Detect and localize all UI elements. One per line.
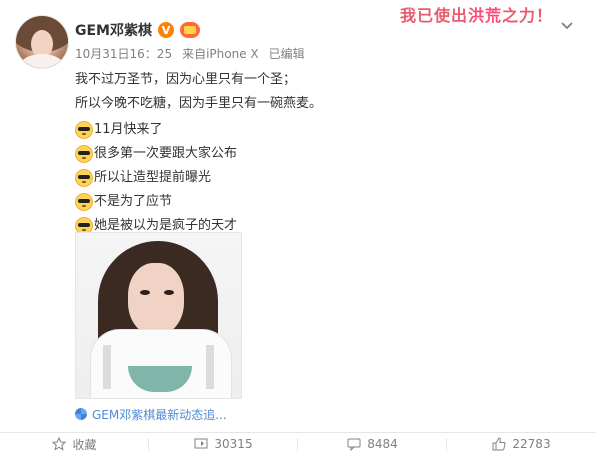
- repost-count: 30315: [214, 437, 253, 451]
- slogan-highlight: 洪荒: [468, 6, 503, 25]
- avatar-shoulder: [20, 54, 64, 68]
- post-meta: 10月31日16：25 来自iPhone X 已编辑: [75, 45, 305, 62]
- post-time[interactable]: 10月31日16：25: [75, 45, 172, 62]
- action-bar: 收藏 30315 8484 22783: [0, 432, 596, 455]
- sunglasses-emoji-icon: [75, 169, 93, 187]
- emoji-line-text: 不是为了应节: [94, 194, 173, 209]
- like-button[interactable]: 22783: [447, 433, 596, 455]
- post-source: 来自iPhone X: [182, 47, 259, 61]
- user-name[interactable]: GEM邓紫棋: [75, 20, 152, 40]
- repost-button[interactable]: 30315: [149, 433, 298, 455]
- weibo-topic-icon: [75, 408, 87, 420]
- weibo-post-card: GEM邓紫棋 V 10月31日16：25 来自iPhone X 已编辑 我已使出…: [0, 0, 596, 455]
- slogan-badge: 我已使出 洪荒 之力！: [400, 4, 554, 25]
- comment-count: 8484: [367, 437, 398, 451]
- topic-link[interactable]: GEM邓紫棋最新动态追...: [75, 405, 227, 423]
- favorite-label: 收藏: [72, 437, 97, 452]
- sunglasses-emoji-icon: [75, 121, 93, 139]
- comment-button[interactable]: 8484: [298, 433, 447, 455]
- repost-icon: [194, 438, 208, 449]
- emoji-text-line: 11月快来了: [75, 118, 565, 142]
- photo-face: [128, 263, 184, 335]
- chevron-down-icon[interactable]: [560, 18, 574, 32]
- photo-strap-left: [103, 345, 111, 389]
- topic-link-text[interactable]: GEM邓紫棋最新动态追...: [92, 406, 227, 423]
- sunglasses-emoji-icon: [75, 145, 93, 163]
- photo-strap-right: [206, 345, 214, 389]
- avatar[interactable]: [15, 15, 69, 69]
- emoji-line-text: 所以让造型提前曝光: [94, 170, 212, 185]
- emoji-text-line: 所以让造型提前曝光: [75, 166, 565, 190]
- post-image[interactable]: [75, 232, 242, 399]
- slogan-prefix: 我已使出: [400, 6, 469, 25]
- star-icon: [52, 437, 67, 451]
- like-count: 22783: [512, 437, 551, 451]
- member-crown-icon: [180, 22, 200, 38]
- emoji-line-text: 很多第一次要跟大家公布: [94, 146, 238, 161]
- photo-eye-right: [164, 290, 174, 295]
- thumbs-up-icon: [492, 437, 506, 451]
- post-text-line: 所以今晚不吃糖，因为手里只有一碗燕麦。: [75, 96, 323, 111]
- emoji-text-line: 很多第一次要跟大家公布: [75, 142, 565, 166]
- comment-icon: [347, 438, 361, 451]
- emoji-text-line: 不是为了应节: [75, 190, 565, 214]
- photo-eye-left: [140, 290, 150, 295]
- slogan-suffix: 之力！: [502, 6, 554, 25]
- post-text-line: 我不过万圣节，因为心里只有一个圣；: [75, 72, 297, 87]
- favorite-button[interactable]: 收藏: [0, 433, 149, 455]
- edited-label[interactable]: 已编辑: [269, 45, 305, 62]
- emoji-line-text: 11月快来了: [94, 122, 163, 137]
- post-content: 我不过万圣节，因为心里只有一个圣； 所以今晚不吃糖，因为手里只有一碗燕麦。 11…: [75, 68, 565, 238]
- user-info-row: GEM邓紫棋 V: [75, 19, 200, 41]
- verified-icon: V: [158, 22, 174, 38]
- sunglasses-emoji-icon: [75, 193, 93, 211]
